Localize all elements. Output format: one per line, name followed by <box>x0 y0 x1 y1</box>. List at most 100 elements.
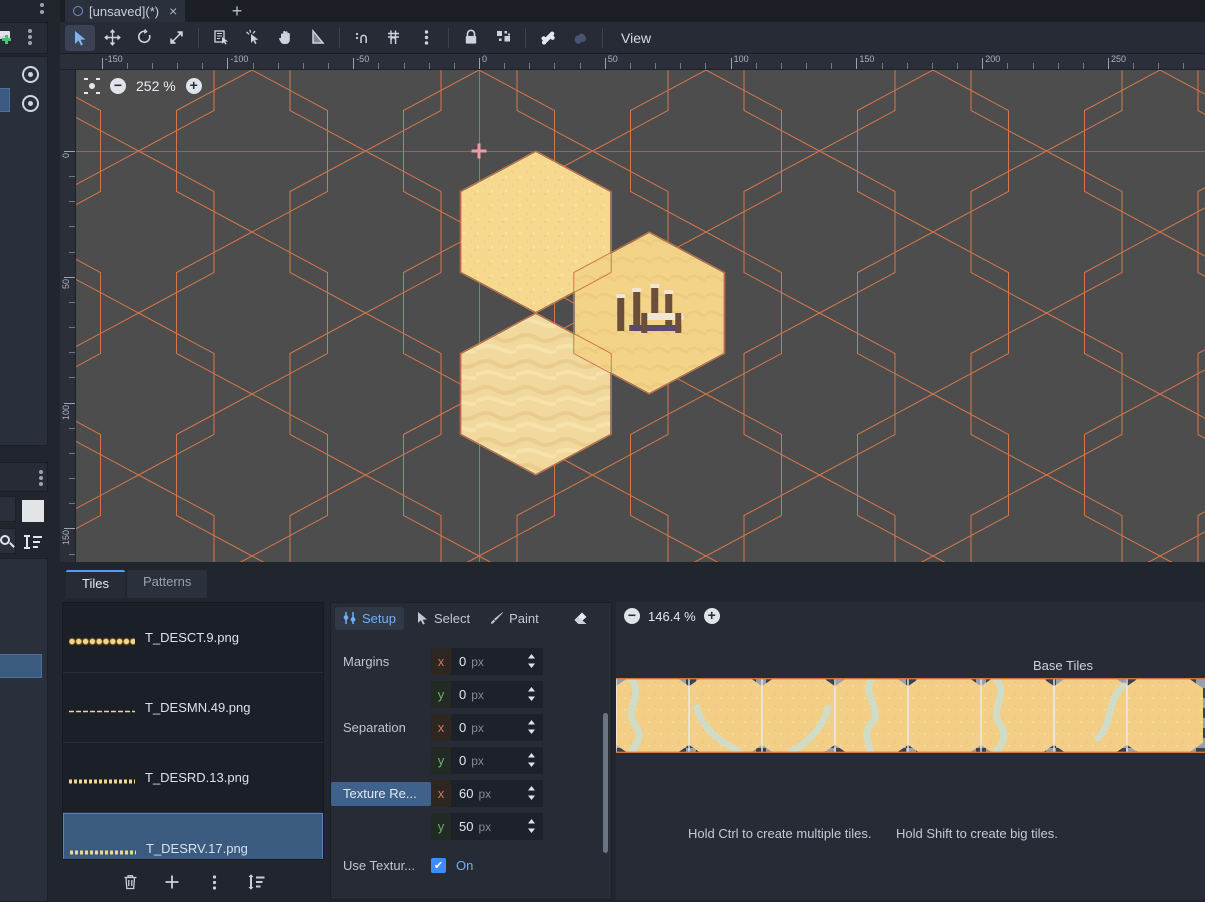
spinner-arrows-icon[interactable] <box>527 653 536 670</box>
group-tool[interactable] <box>488 25 518 51</box>
setup-scrollbar[interactable] <box>603 713 608 853</box>
property-spinbox[interactable]: x 0 px <box>431 648 543 675</box>
canvas-zoom-out-button[interactable]: − <box>110 78 126 94</box>
property-label: Margins <box>343 654 390 669</box>
ruler-minor-tick <box>931 63 933 69</box>
property-unit: px <box>478 786 492 801</box>
spinner-arrows-icon[interactable] <box>527 686 536 703</box>
add-node-icon[interactable] <box>0 28 14 46</box>
center-view-icon[interactable] <box>84 78 100 94</box>
canvas-area: -150 -100 -50 0 50 100 150 200 250 0 50 100 150 <box>60 54 1205 609</box>
plus-icon[interactable] <box>161 871 183 893</box>
trash-icon[interactable] <box>119 871 141 893</box>
move-tool[interactable] <box>97 25 127 51</box>
tab-select[interactable]: Select <box>408 607 478 630</box>
property-value[interactable]: 0 <box>451 753 466 768</box>
property-spinbox[interactable]: y 0 px <box>431 681 543 708</box>
ruler-label: 100 <box>61 404 71 420</box>
ruler-minor-tick <box>1082 63 1084 69</box>
ruler-minor-tick <box>554 63 556 69</box>
filesystem-selected-row[interactable] <box>0 654 42 678</box>
ruler-minor-tick <box>69 226 75 228</box>
tab-setup[interactable]: Setup <box>335 606 404 630</box>
property-value[interactable]: 60 <box>451 786 473 801</box>
kebab-menu-icon[interactable] <box>203 871 225 893</box>
atlas-zoom-value[interactable]: 146.4 % <box>648 609 696 624</box>
tile-source-list[interactable]: T_DESCT.9.png T_DESMN.49.png T_DESRD.13.pn… <box>62 602 324 860</box>
tile-setup-pane: Setup Select Paint Margins x 0 px y 0 px Separati… <box>330 602 620 900</box>
scene-tab[interactable]: [unsaved](*) × <box>65 0 186 22</box>
snap-options-menu[interactable] <box>411 25 441 51</box>
pan-tool[interactable] <box>270 25 300 51</box>
checkbox-icon[interactable]: ✔ <box>431 858 446 873</box>
sort-icon[interactable] <box>24 535 42 550</box>
search-icon[interactable] <box>0 535 15 549</box>
axis-label-y: y <box>431 681 451 708</box>
atlas-texture-strip[interactable] <box>616 678 1205 753</box>
list-select-tool[interactable] <box>206 25 236 51</box>
ruler-label: -100 <box>230 54 249 64</box>
tab-tiles[interactable]: Tiles <box>66 570 125 598</box>
list-item[interactable]: T_DESMN.49.png <box>63 673 323 743</box>
canvas-toolbar: View <box>60 22 1205 54</box>
tab-paint[interactable]: Paint <box>482 607 547 630</box>
ruler-minor-tick <box>529 63 531 69</box>
horizontal-ruler[interactable]: -150 -100 -50 0 50 100 150 200 250 <box>60 54 1205 70</box>
lock-tool[interactable] <box>456 25 486 51</box>
unsaved-indicator-icon <box>73 6 83 16</box>
rotate-tool[interactable] <box>129 25 159 51</box>
property-row: y 0 px <box>331 678 543 711</box>
skeleton-tool[interactable] <box>565 25 595 51</box>
ruler-tool[interactable] <box>302 25 332 51</box>
ruler-minor-tick <box>906 63 908 69</box>
toolbar-divider <box>602 27 603 48</box>
property-spinbox[interactable]: y 0 px <box>431 747 543 774</box>
smart-snap-tool[interactable] <box>347 25 377 51</box>
vertical-ruler[interactable]: 0 50 100 150 <box>60 70 76 562</box>
spinner-arrows-icon[interactable] <box>527 752 536 769</box>
spinner-arrows-icon[interactable] <box>527 785 536 802</box>
new-tab-button[interactable]: + <box>220 0 254 22</box>
property-row: Margins x 0 px <box>331 645 543 678</box>
bone-tool[interactable] <box>533 25 563 51</box>
list-item[interactable]: T_DESRD.13.png <box>63 743 323 813</box>
tab-patterns[interactable]: Patterns <box>126 570 208 598</box>
hint-ctrl-label: Hold Ctrl to create multiple tiles. <box>688 826 872 841</box>
view-menu-button[interactable]: View <box>609 30 663 46</box>
atlas-zoom-in-button[interactable]: + <box>703 608 720 624</box>
property-value[interactable]: 50 <box>451 819 473 834</box>
list-item[interactable]: T_DESRV.17.png <box>63 813 323 859</box>
property-spinbox[interactable]: y 50 px <box>431 813 543 840</box>
spinner-arrows-icon[interactable] <box>527 818 536 835</box>
grid-snap-tool[interactable] <box>379 25 409 51</box>
spinner-arrows-icon[interactable] <box>527 719 536 736</box>
property-spinbox[interactable]: x 0 px <box>431 714 543 741</box>
scale-tool[interactable] <box>161 25 191 51</box>
click-select-tool[interactable] <box>238 25 268 51</box>
property-value[interactable]: 0 <box>451 654 466 669</box>
eraser-icon[interactable] <box>565 607 598 629</box>
use-texture-padding-checkbox[interactable]: ✔ On <box>431 852 543 879</box>
tile-thumbnail-icon <box>68 633 137 646</box>
filesystem-path-field[interactable] <box>0 496 16 522</box>
scene-tree-selected-row[interactable] <box>0 88 10 112</box>
ruler-minor-tick <box>69 503 75 505</box>
canvas-zoom-in-button[interactable]: + <box>185 78 202 94</box>
atlas-zoom-out-button[interactable]: − <box>624 608 640 624</box>
tab-label: Setup <box>362 610 396 626</box>
canvas-zoom-value[interactable]: 252 % <box>136 78 176 94</box>
select-tool[interactable] <box>65 24 95 51</box>
list-item[interactable]: T_DESCT.9.png <box>63 603 323 673</box>
eye-icon[interactable] <box>22 66 39 83</box>
canvas-viewport[interactable] <box>76 70 1205 562</box>
toolbar-divider <box>198 27 199 48</box>
close-icon[interactable]: × <box>169 3 177 19</box>
ruler-minor-tick <box>126 63 128 69</box>
property-value[interactable]: 0 <box>451 720 466 735</box>
property-spinbox[interactable]: x 60 px <box>431 780 543 807</box>
ruler-minor-tick <box>1158 63 1160 69</box>
property-value[interactable]: 0 <box>451 687 466 702</box>
axis-label-x: x <box>431 714 451 741</box>
eye-icon[interactable] <box>22 95 39 112</box>
sort-icon[interactable] <box>245 871 267 893</box>
